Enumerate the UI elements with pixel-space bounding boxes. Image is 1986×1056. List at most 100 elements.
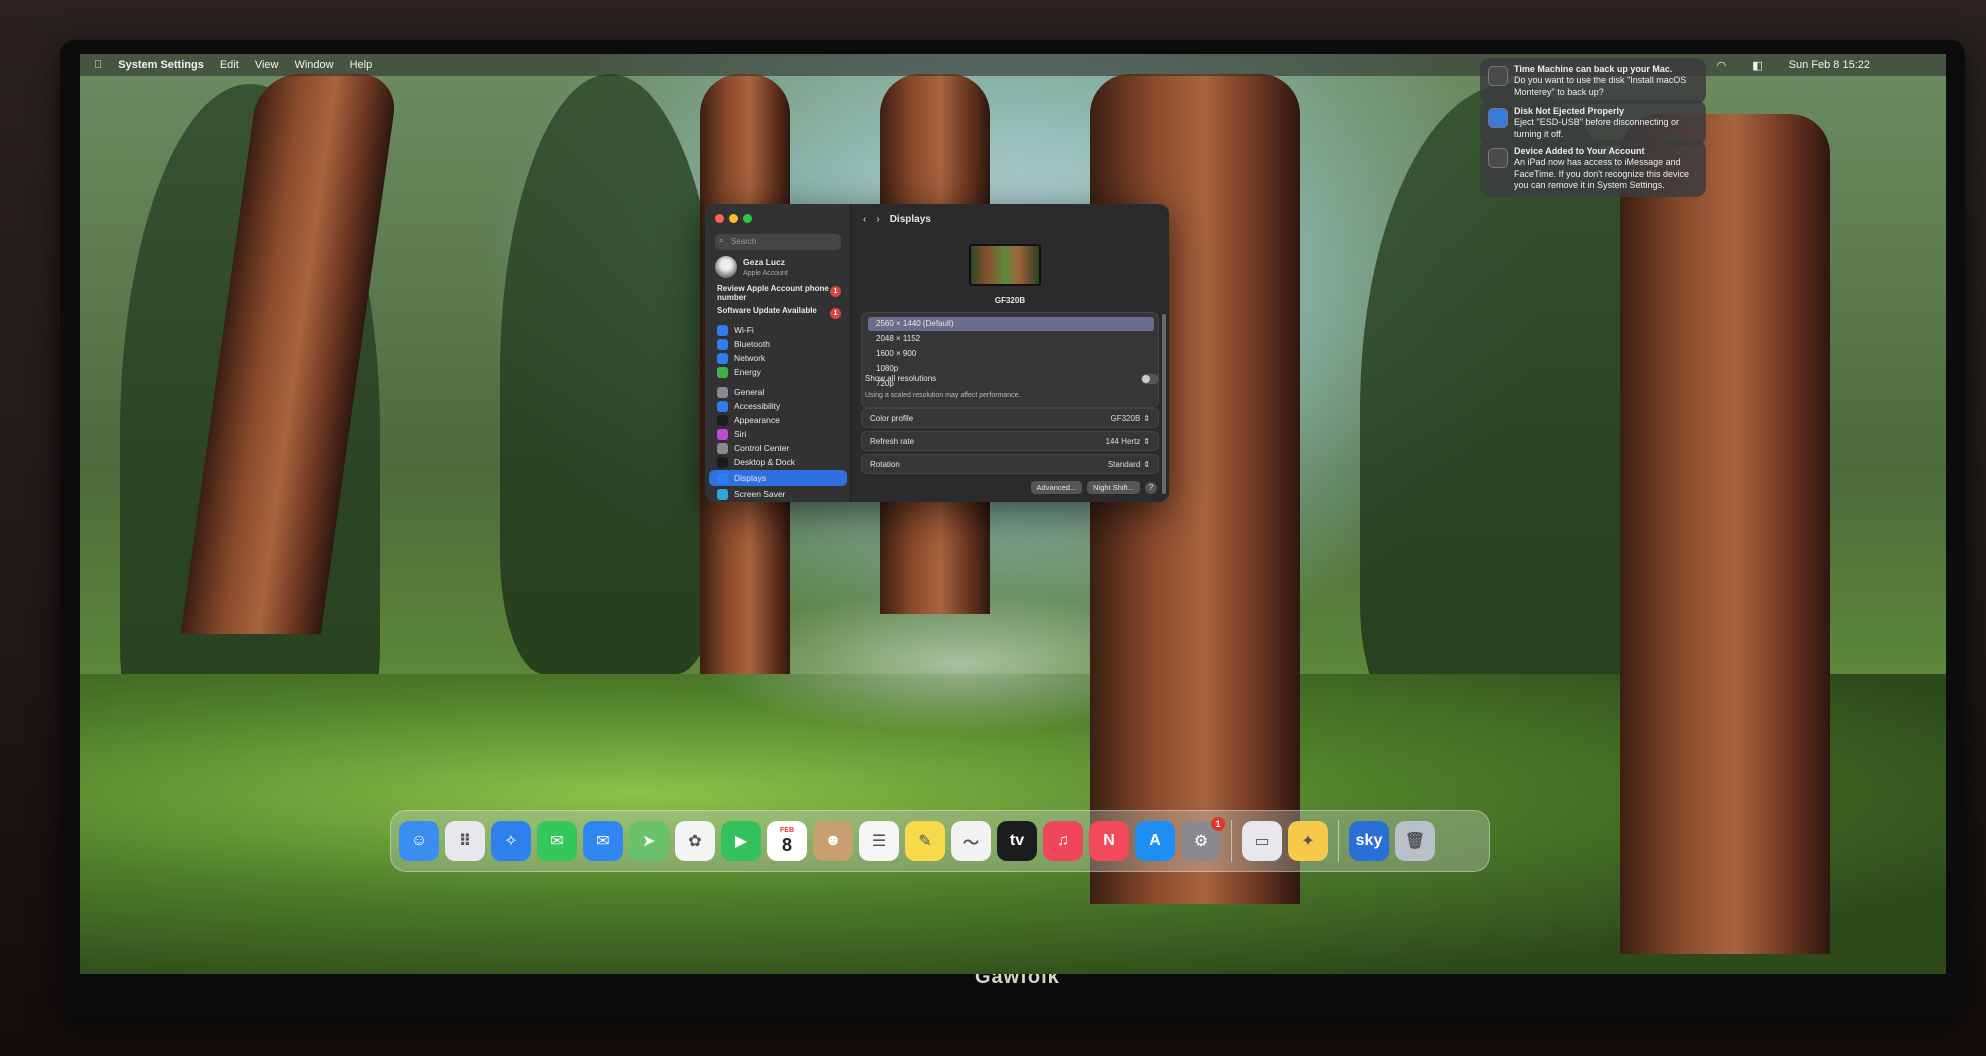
- sidebar-item-label: Accessibility: [734, 401, 781, 411]
- contacts-icon[interactable]: ☻: [813, 821, 853, 861]
- time-machine-icon: [1488, 66, 1508, 86]
- sidebar-item-label: Appearance: [734, 415, 780, 425]
- news-icon[interactable]: N: [1089, 821, 1129, 861]
- photos-icon[interactable]: ✿: [675, 821, 715, 861]
- safari-icon[interactable]: ✧: [491, 821, 531, 861]
- notification-body: Do you want to use the disk "Install mac…: [1514, 75, 1687, 97]
- freeform-icon[interactable]: 〜: [951, 821, 991, 861]
- sidebar-alert-label: Review Apple Account phone number: [717, 284, 829, 303]
- avatar: [715, 256, 737, 278]
- rotation-label: Rotation: [870, 459, 900, 469]
- apple-account[interactable]: Geza Lucz Apple Account: [715, 256, 788, 278]
- wifi-status-icon[interactable]: ◠: [1717, 59, 1727, 72]
- sidebar-item-label: Control Center: [734, 443, 790, 453]
- calendar-day: 8: [781, 834, 792, 855]
- account-name: Geza Lucz: [743, 257, 786, 267]
- sidebar-item-screen-saver[interactable]: Screen Saver: [709, 486, 847, 502]
- trash-icon[interactable]: 🗑: [1395, 821, 1435, 861]
- control-center-icon: [717, 442, 728, 454]
- appearance-icon: [717, 414, 728, 426]
- forward-chevron-icon[interactable]: ›: [876, 214, 879, 225]
- system-settings-window: Search ⌕ Geza Lucz Apple Account Review …: [705, 204, 1169, 502]
- notes-icon[interactable]: ✎: [905, 821, 945, 861]
- color-profile-label: Color profile: [870, 413, 914, 423]
- finder-icon: [1488, 108, 1508, 128]
- zoom-button[interactable]: [743, 214, 752, 223]
- dock-separator: [1338, 820, 1339, 862]
- apple-menu-icon[interactable]: : [94, 59, 102, 71]
- accessibility-icon: [717, 400, 728, 412]
- menu-window[interactable]: Window: [294, 59, 333, 71]
- back-chevron-icon[interactable]: ‹: [863, 214, 866, 225]
- system-settings-icon[interactable]: ⚙ 1: [1181, 817, 1225, 861]
- chevron-updown-icon: ⇕: [1143, 459, 1150, 469]
- help-button[interactable]: ?: [1145, 481, 1157, 494]
- room-background: Gawfolk  System Settings Edit View Wind…: [0, 0, 1986, 1056]
- facetime-icon[interactable]: ▶: [721, 821, 761, 861]
- menu-app-name[interactable]: System Settings: [118, 59, 204, 71]
- calendar-icon[interactable]: FEB 8: [767, 821, 807, 861]
- menu-view[interactable]: View: [255, 59, 279, 71]
- bluetooth-icon: [717, 338, 728, 350]
- advanced-button[interactable]: Advanced...: [1030, 481, 1083, 494]
- search-input[interactable]: Search: [715, 234, 841, 250]
- apple-tv-icon[interactable]: tv: [997, 821, 1037, 861]
- preview-icon[interactable]: ▭: [1242, 821, 1282, 861]
- app-store-icon[interactable]: A: [1135, 821, 1175, 861]
- chevron-updown-icon: ⇕: [1143, 413, 1150, 423]
- color-profile-row[interactable]: Color profile GF320B ⇕: [861, 408, 1159, 428]
- control-center-icon[interactable]: ◧: [1752, 59, 1762, 72]
- finder-icon[interactable]: ☺: [399, 821, 439, 861]
- mail-icon[interactable]: ✉: [583, 821, 623, 861]
- display-thumbnail[interactable]: [969, 244, 1041, 286]
- maps-icon[interactable]: ➤: [629, 821, 669, 861]
- sidebar-alert-label: Software Update Available: [717, 306, 817, 315]
- menu-clock[interactable]: Sun Feb 8 15:22: [1789, 59, 1870, 72]
- search-icon: ⌕: [719, 236, 724, 245]
- launchpad-icon[interactable]: ⠿: [445, 821, 485, 861]
- dock: ☺ ⠿ ✧ ✉ ✉ ➤ ✿ ▶ FEB 8 ☻ ☰ ✎ 〜 tv ♫ N A ⚙ 1 ▭ ✦ sky 🗑: [390, 810, 1490, 872]
- network-icon: [717, 352, 728, 364]
- color-profile-value: GF320B: [1110, 413, 1141, 423]
- scaled-resolution-note: Using a scaled resolution may affect per…: [865, 392, 1021, 399]
- notification-time-machine[interactable]: Time Machine can back up your Mac. Do yo…: [1480, 58, 1706, 104]
- menu-edit[interactable]: Edit: [220, 59, 239, 71]
- tips-icon[interactable]: ✦: [1288, 821, 1328, 861]
- account-subtitle: Apple Account: [743, 270, 788, 277]
- sidebar-item-displays[interactable]: Displays: [709, 470, 847, 486]
- minimize-button[interactable]: [729, 214, 738, 223]
- wallpaper-tree: [500, 74, 720, 674]
- resolution-option[interactable]: 2048 × 1152: [868, 332, 1154, 346]
- settings-badge: 1: [1211, 817, 1225, 831]
- refresh-rate-row[interactable]: Refresh rate 144 Hertz ⇕: [861, 431, 1159, 451]
- sidebar-alert-phone[interactable]: Review Apple Account phone number 1: [717, 284, 841, 303]
- sidebar: Search ⌕ Geza Lucz Apple Account Review …: [705, 204, 851, 502]
- sidebar-alert-software-update[interactable]: Software Update Available 1: [717, 306, 841, 319]
- pane-scrollbar[interactable]: [1162, 314, 1166, 494]
- energy-icon: [717, 366, 728, 378]
- sidebar-item-label: Energy: [734, 367, 761, 377]
- refresh-rate-label: Refresh rate: [870, 436, 915, 446]
- sidebar-item-energy[interactable]: Energy: [709, 364, 847, 380]
- show-all-resolutions-toggle[interactable]: [1141, 374, 1159, 384]
- resolution-option[interactable]: 2560 × 1440 (Default): [868, 317, 1154, 331]
- notification-body: Eject "ESD-USB" before disconnecting or …: [1514, 117, 1679, 139]
- notification-disk-ejected[interactable]: Disk Not Ejected Properly Eject "ESD-USB…: [1480, 100, 1706, 146]
- messages-icon[interactable]: ✉: [537, 821, 577, 861]
- notification-device-added[interactable]: Device Added to Your Account An iPad now…: [1480, 140, 1706, 197]
- sidebar-item-desktop-dock[interactable]: Desktop & Dock: [709, 454, 847, 470]
- chevron-updown-icon: ⇕: [1143, 436, 1150, 446]
- music-icon[interactable]: ♫: [1043, 821, 1083, 861]
- sky-go-icon[interactable]: sky: [1349, 821, 1389, 861]
- rotation-row[interactable]: Rotation Standard ⇕: [861, 454, 1159, 474]
- close-button[interactable]: [715, 214, 724, 223]
- night-shift-button[interactable]: Night Shift...: [1087, 481, 1140, 494]
- reminders-icon[interactable]: ☰: [859, 821, 899, 861]
- settings-icon: [1488, 148, 1508, 168]
- sidebar-item-label: General: [734, 387, 765, 397]
- notification-title: Device Added to Your Account: [1514, 146, 1645, 156]
- menu-help[interactable]: Help: [350, 59, 373, 71]
- calendar-month: FEB: [780, 826, 794, 834]
- alert-badge: 1: [830, 308, 841, 319]
- resolution-option[interactable]: 1600 × 900: [868, 347, 1154, 361]
